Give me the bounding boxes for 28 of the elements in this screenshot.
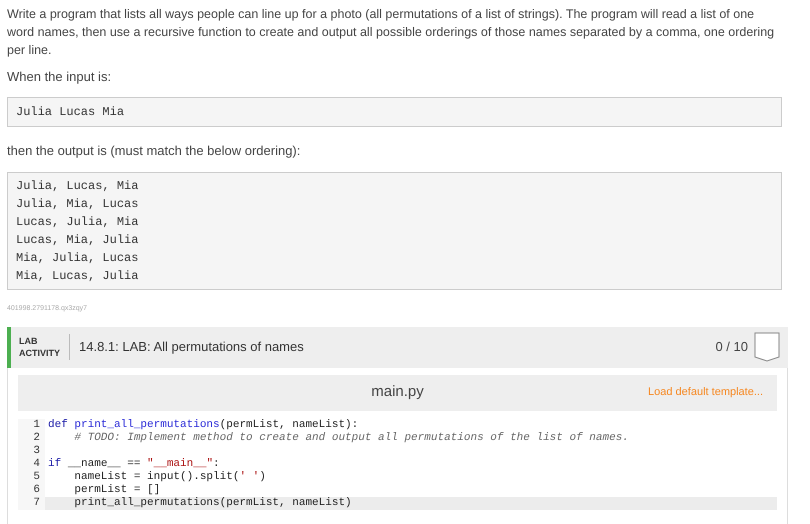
code-line: permList = [] (73, 484, 160, 496)
line-number: 7 (18, 496, 45, 510)
line-number: 6 (18, 484, 45, 496)
input-line: Julia Lucas Mia (16, 104, 126, 120)
line-number: 3 (18, 444, 45, 458)
lab-title: 14.8.1: LAB: All permutations of names (79, 338, 305, 356)
code-line: # TODO: Implement method to create and output all permutations of the list of names. (73, 432, 629, 444)
output-line: Mia, Julia, Lucas (16, 250, 140, 267)
code-line: print_all_permutations(permList, nameList) (73, 496, 352, 510)
load-template-link[interactable]: Load default template... (648, 384, 763, 401)
output-line: Lucas, Mia, Julia (16, 232, 140, 249)
problem-description: Write a program that lists all ways people can line up for a photo (all permutations of a list of strings). The program will read a list of one word names, then use a recursive function to create and output all possible orderings of those names separated by a comma, one ordering per line. (7, 6, 776, 59)
code-line: nameList = input().split(' ') (73, 470, 266, 484)
output-label: then the output is (must match the below ordering): (7, 142, 302, 160)
code-line: if __name__ == "__main__": (47, 458, 220, 470)
input-label: When the input is: (7, 68, 112, 86)
score: 0 / 10 (715, 338, 748, 356)
line-number: 1 (18, 418, 45, 432)
output-line: Mia, Lucas, Julia (16, 268, 140, 285)
output-line: Lucas, Julia, Mia (16, 214, 140, 231)
output-line: Julia, Lucas, Mia (16, 178, 140, 195)
code-line: def print_all_permutations(permList, nameList): (47, 418, 358, 432)
lab-tag: LAB ACTIVITY (11, 335, 69, 359)
output-line: Julia, Mia, Lucas (16, 196, 140, 213)
line-number: 5 (18, 470, 45, 484)
filename: main.py (371, 382, 424, 402)
line-number: 4 (18, 458, 45, 470)
line-number: 2 (18, 432, 45, 444)
